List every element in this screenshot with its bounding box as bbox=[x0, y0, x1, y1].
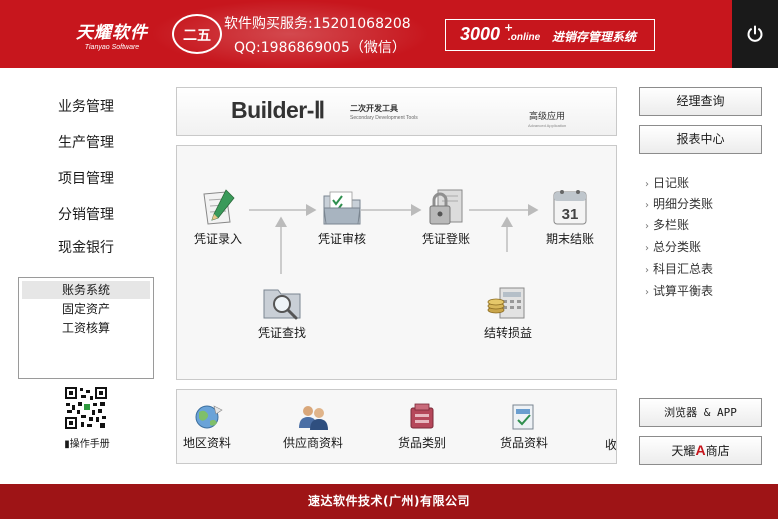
sub-item-accounting[interactable]: 账务系统 bbox=[22, 281, 150, 299]
flow-node-voucher-audit[interactable]: 凭证审核 bbox=[313, 188, 371, 247]
qr-code-icon[interactable] bbox=[64, 386, 108, 430]
chevron-right-icon: › bbox=[645, 221, 649, 232]
qq-contact: QQ:1986869005（微信） bbox=[234, 40, 406, 56]
flow-label-voucher-post: 凭证登账 bbox=[421, 232, 470, 246]
sales-phone: 软件购买服务:15201068208 bbox=[224, 16, 411, 32]
voucher-audit-icon bbox=[323, 191, 361, 225]
voucher-entry-icon bbox=[203, 189, 235, 225]
sub-item-payroll[interactable]: 工资核算 bbox=[22, 319, 150, 337]
seal-text: 二五 bbox=[183, 28, 211, 44]
power-icon bbox=[747, 25, 763, 42]
flow-node-profit-loss-transfer[interactable]: 结转损益 bbox=[477, 280, 539, 341]
manual-label: 操作手册 bbox=[69, 439, 110, 450]
flow-label-voucher-audit: 凭证审核 bbox=[317, 232, 366, 246]
manager-query-button[interactable]: 经理查询 bbox=[639, 87, 762, 116]
store-logo-icon: A bbox=[695, 442, 706, 458]
sub-item-fixed-assets[interactable]: 固定资产 bbox=[22, 300, 150, 318]
browser-app-label: 浏览器 & APP bbox=[664, 406, 737, 419]
power-button[interactable] bbox=[732, 0, 778, 68]
manual-link[interactable]: ▮操作手册 bbox=[56, 435, 118, 450]
builder-title: Builder-Ⅱ bbox=[231, 97, 325, 123]
goods-category-icon bbox=[410, 403, 434, 429]
report-center-button[interactable]: 报表中心 bbox=[639, 125, 762, 154]
advanced-label-en: Advanced Application bbox=[528, 123, 567, 128]
app-window: 天耀软件 Tianyao Software 二五 软件购买服务:15201068… bbox=[0, 0, 778, 519]
link-trial-balance-label: 试算平衡表 bbox=[653, 284, 714, 298]
link-detail-ledger[interactable]: › 明细分类账 bbox=[645, 195, 713, 212]
chevron-right-icon: › bbox=[645, 243, 649, 254]
chevron-right-icon: › bbox=[645, 265, 649, 276]
chevron-right-icon: › bbox=[645, 287, 649, 298]
browser-app-button[interactable]: 浏览器 & APP bbox=[639, 398, 762, 427]
link-general-ledger[interactable]: › 总分类账 bbox=[645, 238, 701, 255]
strip-item-goods-category[interactable]: 货品类别 bbox=[391, 402, 453, 451]
flow-node-period-close[interactable]: 31 期末结账 bbox=[541, 186, 599, 247]
builder-subtitle-en: Secondary Development Tools bbox=[350, 115, 418, 121]
nav-item-production[interactable]: 生产管理 bbox=[40, 132, 132, 152]
product-badge: 3000 + .online 进销存管理系统 bbox=[445, 19, 655, 51]
link-journal[interactable]: › 日记账 bbox=[645, 174, 689, 191]
basic-data-strip: 地区资料 供应商资料 货品类别 货品资料 收 bbox=[176, 389, 617, 464]
voucher-flow-panel: 凭证录入 凭证审核 凭证登账 31 期末结账 凭证查找 结转损益 bbox=[176, 145, 617, 380]
strip-label-goods-info: 货品资料 bbox=[499, 436, 548, 450]
footer-bar: 速达软件技术(广州)有限公司 bbox=[0, 484, 778, 519]
contact-info: 软件购买服务:15201068208 QQ:1986869005（微信） bbox=[224, 12, 411, 60]
strip-item-supplier[interactable]: 供应商资料 bbox=[279, 402, 347, 451]
profit-loss-transfer-icon bbox=[487, 287, 525, 319]
store-label-post: 商店 bbox=[705, 444, 730, 458]
flow-arrows bbox=[249, 204, 539, 274]
badge-label: 进销存管理系统 bbox=[552, 30, 637, 44]
flow-node-voucher-search[interactable]: 凭证查找 bbox=[251, 282, 313, 341]
builder-subtitle: 二次开发工具 bbox=[350, 104, 398, 113]
link-general-ledger-label: 总分类账 bbox=[653, 240, 702, 254]
advanced-label: 高级应用 bbox=[529, 112, 566, 122]
flow-label-voucher-search: 凭证查找 bbox=[257, 326, 306, 340]
chevron-right-icon: › bbox=[645, 179, 649, 190]
strip-item-goods-info[interactable]: 货品资料 bbox=[493, 402, 555, 451]
goods-info-icon bbox=[512, 404, 534, 430]
link-subject-summary-label: 科目汇总表 bbox=[653, 262, 714, 276]
flow-label-voucher-entry: 凭证录入 bbox=[193, 232, 242, 246]
badge-online: .online bbox=[508, 32, 541, 43]
calendar-day: 31 bbox=[562, 206, 579, 223]
sub-menu: 账务系统 固定资产 工资核算 bbox=[18, 277, 154, 379]
app-store-button[interactable]: 天耀A商店 bbox=[639, 436, 762, 465]
builder-banner[interactable]: Builder-Ⅱ 二次开发工具 Secondary Development T… bbox=[176, 87, 617, 136]
strip-label-region: 地区资料 bbox=[182, 436, 231, 450]
link-trial-balance[interactable]: › 试算平衡表 bbox=[645, 282, 713, 299]
brand-logo: 天耀软件 Tianyao Software bbox=[72, 18, 152, 51]
header-bar: 天耀软件 Tianyao Software 二五 软件购买服务:15201068… bbox=[0, 0, 778, 68]
flow-node-voucher-post[interactable]: 凭证登账 bbox=[417, 188, 475, 247]
strip-item-partial[interactable]: 收 bbox=[605, 402, 617, 453]
supplier-icon bbox=[299, 406, 328, 430]
flow-label-period-close: 期末结账 bbox=[545, 232, 594, 246]
region-icon bbox=[195, 405, 223, 429]
store-label-pre: 天耀 bbox=[671, 444, 696, 458]
link-multi-column-label: 多栏账 bbox=[653, 218, 690, 232]
strip-label-partial: 收 bbox=[605, 438, 617, 452]
flow-label-profit-loss-transfer: 结转损益 bbox=[483, 326, 532, 340]
link-multi-column[interactable]: › 多栏账 bbox=[645, 216, 689, 233]
flow-node-voucher-entry[interactable]: 凭证录入 bbox=[189, 188, 247, 247]
nav-item-cash-bank[interactable]: 现金银行 bbox=[40, 237, 132, 257]
seal-logo: 二五 bbox=[172, 14, 222, 54]
nav-item-business[interactable]: 业务管理 bbox=[40, 96, 132, 116]
link-detail-ledger-label: 明细分类账 bbox=[653, 197, 714, 211]
link-subject-summary[interactable]: › 科目汇总表 bbox=[645, 260, 713, 277]
nav-item-distribution[interactable]: 分销管理 bbox=[40, 204, 132, 224]
strip-label-goods-category: 货品类别 bbox=[397, 436, 446, 450]
chevron-right-icon: › bbox=[645, 200, 649, 211]
company-name: 速达软件技术(广州)有限公司 bbox=[308, 494, 470, 508]
badge-number: 3000 bbox=[460, 24, 501, 44]
brand-name-en: Tianyao Software bbox=[84, 44, 140, 51]
strip-item-region[interactable]: 地区资料 bbox=[181, 402, 233, 451]
brand-name: 天耀软件 bbox=[76, 23, 148, 43]
voucher-post-icon bbox=[429, 189, 463, 225]
nav-item-project[interactable]: 项目管理 bbox=[40, 168, 132, 188]
strip-label-supplier: 供应商资料 bbox=[282, 436, 343, 450]
period-close-icon: 31 bbox=[553, 190, 587, 225]
link-journal-label: 日记账 bbox=[653, 176, 690, 190]
voucher-search-icon bbox=[263, 289, 301, 320]
